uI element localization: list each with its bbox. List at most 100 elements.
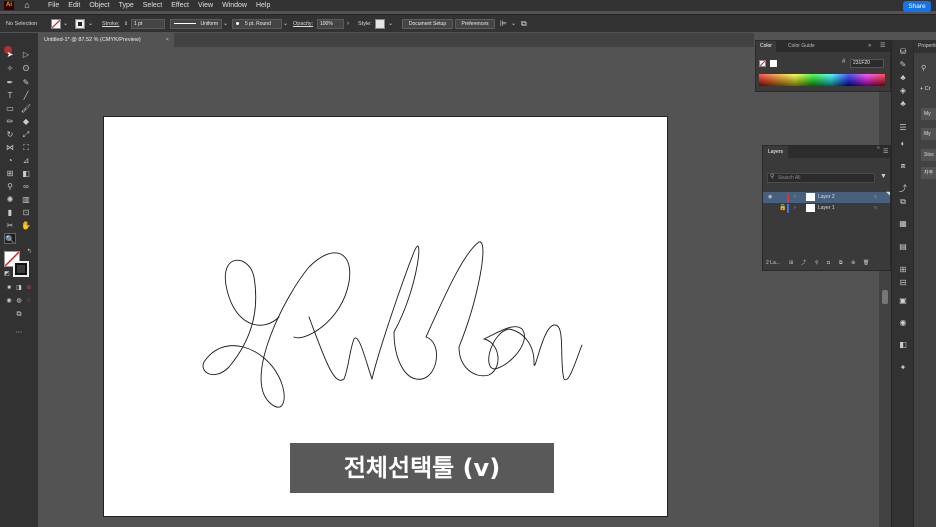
expand-chevron-icon[interactable]: ›	[794, 192, 796, 203]
tab-layers[interactable]: Layers	[763, 146, 789, 158]
color-spectrum[interactable]	[759, 74, 885, 86]
export-icon[interactable]: ⤴	[897, 183, 909, 194]
properties-list-item[interactable]: My	[921, 128, 936, 140]
draw-inside-icon[interactable]: ◌	[23, 296, 35, 307]
document-tab[interactable]: Untitled-1* @ 87.52 % (CMYK/Preview) ×	[40, 33, 174, 47]
brush-dropdown-icon[interactable]: ⌄	[283, 15, 288, 33]
menu-window[interactable]: Window	[222, 0, 247, 11]
lock-icon[interactable]: 🔒	[779, 203, 787, 214]
align-icon[interactable]: ⊫	[500, 15, 507, 33]
locate-object-icon[interactable]: ⚲	[815, 257, 819, 270]
scale-tool-icon[interactable]: ⤢	[20, 129, 32, 140]
align-dropdown-icon[interactable]: ⌄	[511, 15, 516, 33]
properties-menu-icon[interactable]: ☰	[897, 122, 909, 133]
stroke-stepper-icon[interactable]: ⇕	[124, 15, 128, 33]
visibility-eye-icon[interactable]: ◉	[768, 192, 776, 203]
home-icon[interactable]: ⌂	[21, 0, 33, 11]
swap-fill-stroke-icon[interactable]: ↰	[23, 247, 35, 258]
expand-chevron-icon[interactable]: ›	[794, 203, 796, 214]
vertical-scrollbar[interactable]	[879, 40, 891, 527]
type-tool-icon[interactable]: T	[4, 90, 16, 101]
stroke-indicator[interactable]	[13, 261, 29, 277]
symbol-sprayer-tool-icon[interactable]: ✺	[4, 194, 16, 205]
menu-file[interactable]: File	[48, 0, 59, 11]
layers-search-input[interactable]: Search All	[767, 173, 875, 183]
menu-object[interactable]: Object	[89, 0, 109, 11]
arrange-documents-icon[interactable]: ⧉	[521, 15, 527, 33]
menu-type[interactable]: Type	[119, 0, 134, 11]
properties-list-item[interactable]: 자주	[921, 167, 936, 179]
stroke-swatch[interactable]	[75, 19, 85, 29]
gradient-tool-icon[interactable]: ◧	[20, 168, 32, 179]
target-circle-icon[interactable]: ○	[874, 203, 877, 214]
pathfinder-icon[interactable]: ⊟	[897, 277, 909, 288]
layers-menu-icon[interactable]: ☰	[883, 146, 888, 158]
share-button[interactable]: Share	[903, 1, 931, 12]
opacity-field[interactable]: 100%	[317, 19, 344, 29]
default-fill-stroke-icon[interactable]: ◩	[1, 269, 13, 280]
scrollbar-thumb[interactable]	[882, 290, 888, 304]
hand-tool-icon[interactable]: ✋	[20, 220, 32, 231]
graph-tool-icon[interactable]: ▮	[4, 207, 16, 218]
mesh-tool-icon[interactable]: ⊞	[4, 168, 16, 179]
lasso-tool-icon[interactable]: ʘ	[20, 63, 32, 74]
magic-panel-icon[interactable]: ✦	[897, 362, 909, 373]
blend-tool-icon[interactable]: ∞	[20, 181, 32, 192]
eyedropper-tool-icon[interactable]: ⚲	[4, 181, 16, 192]
menu-view[interactable]: View	[198, 0, 213, 11]
new-layer-icon[interactable]: ⊕	[851, 257, 855, 270]
menu-select[interactable]: Select	[143, 0, 162, 11]
line-tool-icon[interactable]: ╱	[20, 90, 32, 101]
style-dropdown-icon[interactable]: ⌄	[388, 15, 393, 33]
stroke-weight-field[interactable]: 1 pt	[131, 19, 165, 29]
column-graph-tool-icon[interactable]: ▥	[20, 194, 32, 205]
shape-builder-tool-icon[interactable]: ◔	[4, 155, 16, 166]
delete-layer-icon[interactable]: 🗑	[863, 257, 869, 270]
stroke-panel-icon[interactable]: ▣	[897, 295, 909, 306]
stroke-label[interactable]: Stroke:	[102, 15, 119, 33]
layer-name[interactable]: Layer 2	[818, 192, 835, 203]
clipping-mask-icon[interactable]: ◘	[827, 257, 830, 270]
stroke-dropdown-icon[interactable]: ⌄	[88, 15, 93, 33]
fill-swatch[interactable]	[51, 19, 61, 29]
appearance-icon[interactable]: ◐	[897, 138, 909, 149]
screen-mode-icon[interactable]: ⧉	[13, 309, 25, 320]
gradient-panel-icon[interactable]: ◉	[897, 317, 909, 328]
layer-row-1[interactable]: 🔒 › Layer 1 ○	[763, 203, 890, 214]
zoom-tool-icon[interactable]: 🔍	[4, 233, 16, 244]
perspective-grid-tool-icon[interactable]: ⊿	[20, 155, 32, 166]
color-fill-swatch[interactable]	[759, 60, 766, 67]
collect-export-icon[interactable]: ⊞	[789, 257, 793, 270]
curvature-tool-icon[interactable]: ✎	[20, 77, 32, 88]
properties-create-item[interactable]: + Cr	[920, 86, 931, 92]
eraser-tool-icon[interactable]: ◆	[20, 116, 32, 127]
export-layer-icon[interactable]: ⤴	[801, 257, 806, 270]
profile-dropdown-icon[interactable]: ⌄	[223, 15, 228, 33]
slice-tool-icon[interactable]: ✂	[4, 220, 16, 231]
variable-width-profile[interactable]: Uniform	[170, 19, 222, 29]
graphic-styles-icon[interactable]: ◈	[897, 85, 909, 96]
target-circle-icon[interactable]: ○	[874, 192, 877, 203]
close-tab-icon[interactable]: ×	[166, 33, 169, 47]
fill-dropdown-icon[interactable]: ⌄	[63, 15, 68, 33]
properties-list-item[interactable]: My	[921, 108, 936, 120]
rectangle-tool-icon[interactable]: ▭	[4, 103, 16, 114]
collapse-panel-icon[interactable]: »	[868, 41, 871, 52]
layer-name[interactable]: Layer 1	[818, 203, 835, 214]
pencil-tool-icon[interactable]: ✏	[4, 116, 16, 127]
character-icon[interactable]: ▤	[897, 241, 909, 252]
color-stroke-swatch[interactable]	[770, 60, 777, 67]
more-tools-icon[interactable]: ⋯	[13, 327, 25, 338]
none-mode-icon[interactable]: ⊘	[23, 283, 35, 294]
rotate-tool-icon[interactable]: ↻	[4, 129, 16, 140]
direct-selection-tool-icon[interactable]: ▷	[20, 49, 32, 60]
menu-effect[interactable]: Effect	[171, 0, 189, 11]
pen-tool-icon[interactable]: ✒	[4, 77, 16, 88]
paintbrush-tool-icon[interactable]: 🖌	[20, 103, 32, 114]
layers-shortcut-icon[interactable]: ⧉	[897, 196, 909, 207]
menu-help[interactable]: Help	[256, 0, 270, 11]
layers-collapse-icon[interactable]: «	[877, 142, 880, 154]
width-tool-icon[interactable]: ⋈	[4, 142, 16, 153]
artboards-icon[interactable]: ▦	[897, 218, 909, 229]
new-sublayer-icon[interactable]: ⧉	[839, 257, 843, 270]
